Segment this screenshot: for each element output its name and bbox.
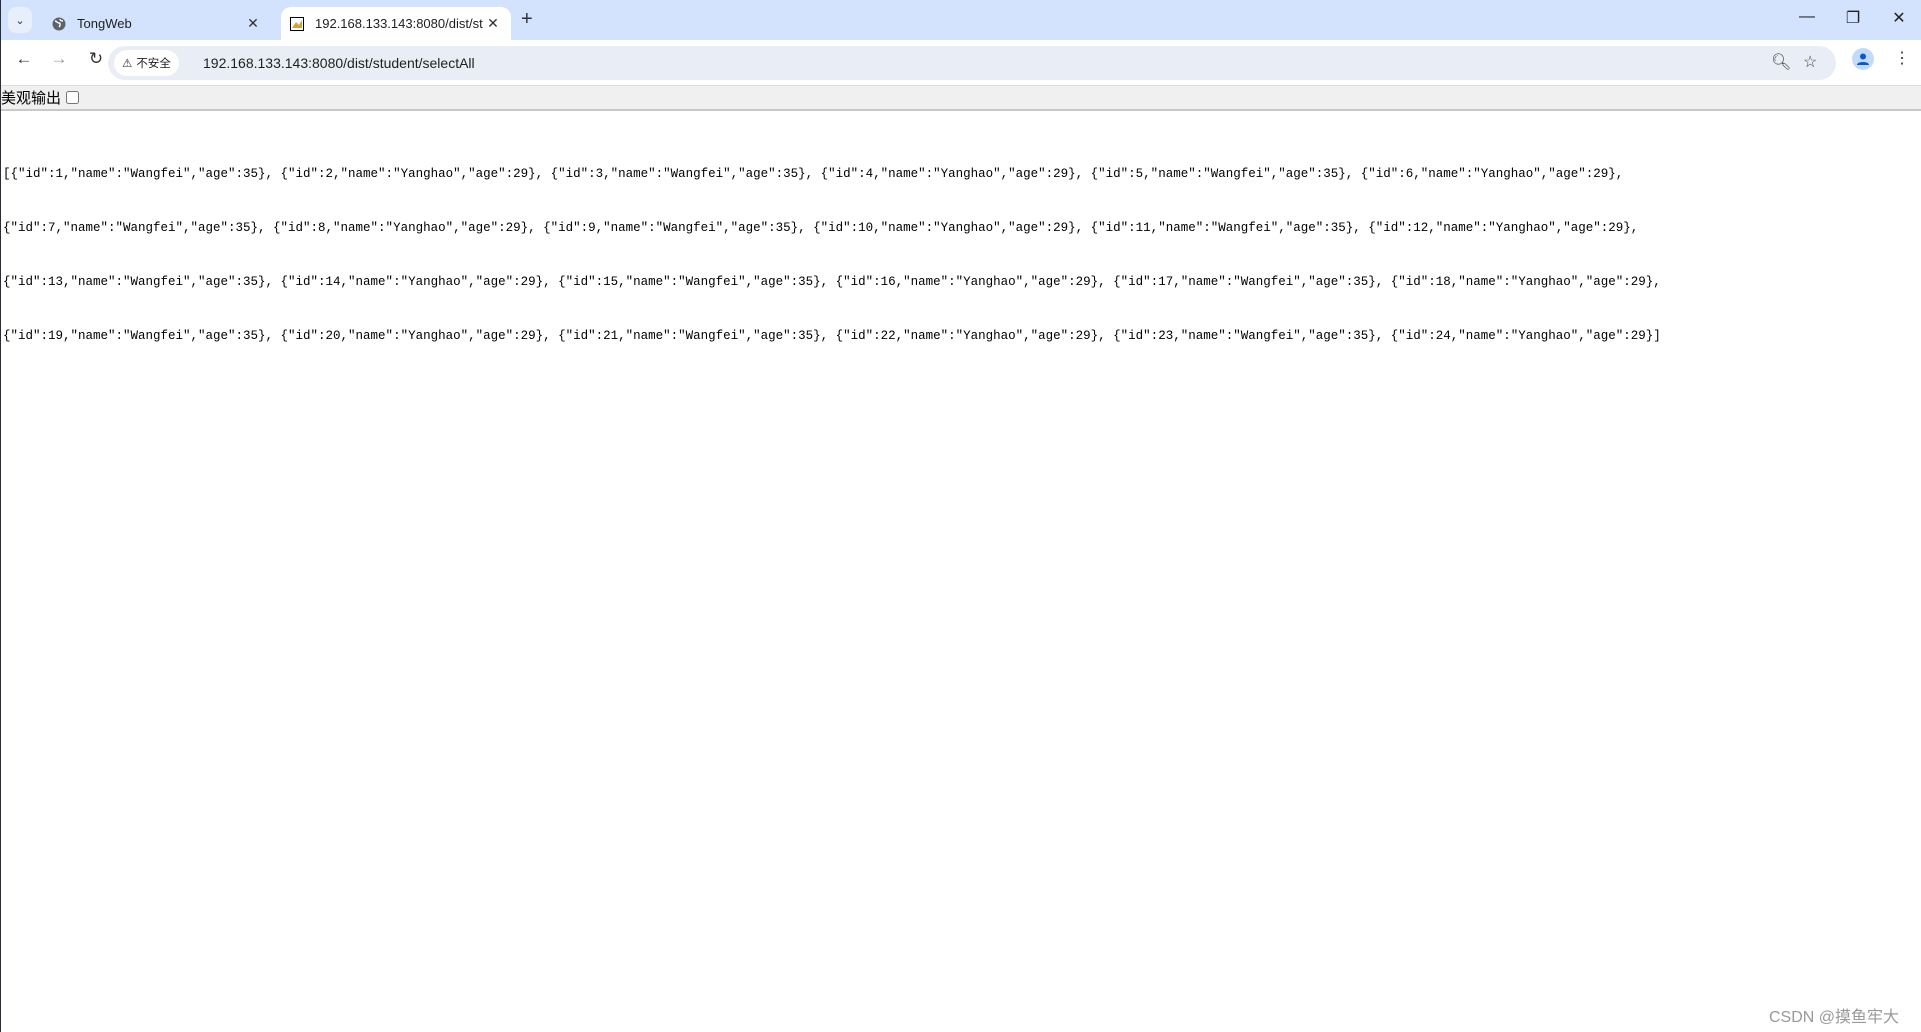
minimize-button[interactable]: — [1792, 8, 1822, 26]
chevron-down-icon: ⌄ [15, 14, 25, 27]
json-line: [{"id":1,"name":"Wangfei","age":35}, {"i… [3, 167, 1624, 181]
tab-title: TongWeb [77, 16, 132, 31]
close-window-button[interactable]: ✕ [1884, 8, 1914, 28]
pretty-print-checkbox[interactable] [66, 91, 80, 104]
zoom-icon[interactable]: 🔍︎ [1771, 52, 1791, 72]
forward-button[interactable]: → [46, 49, 72, 69]
close-tab-icon[interactable]: ✕ [483, 15, 503, 32]
tab-selectall[interactable]: 192.168.133.143:8080/dist/st ✕ [281, 7, 511, 40]
tab-bar: ⌄ TongWeb ✕ 192.168.133.143:8080/dist/st… [1, 0, 1921, 40]
bookmark-star-icon[interactable]: ☆ [1803, 52, 1817, 72]
tab-search-button[interactable]: ⌄ [8, 7, 32, 33]
reload-button[interactable]: ↻ [83, 49, 109, 69]
toolbar: ← → ↻ ⚠ 不安全 192.168.133.143:8080/dist/stu… [1, 40, 1921, 86]
security-label: 不安全 [136, 58, 171, 70]
pretty-print-label: 美观输出 [1, 90, 62, 107]
json-line: {"id":19,"name":"Wangfei","age":35}, {"i… [3, 329, 1661, 343]
pretty-print-bar: 美观输出 [1, 86, 1921, 111]
address-bar[interactable]: ⚠ 不安全 192.168.133.143:8080/dist/student/s… [108, 46, 1836, 80]
security-chip[interactable]: ⚠ 不安全 [114, 50, 179, 76]
json-output: [{"id":1,"name":"Wangfei","age":35}, {"i… [3, 129, 1661, 363]
json-line: {"id":7,"name":"Wangfei","age":35}, {"id… [3, 221, 1639, 235]
profile-avatar[interactable] [1852, 48, 1874, 70]
person-icon [1857, 53, 1869, 65]
more-menu-icon[interactable]: ⋮ [1894, 48, 1910, 68]
url-input[interactable]: 192.168.133.143:8080/dist/student/select… [203, 55, 475, 71]
new-tab-button[interactable]: + [521, 8, 533, 31]
warning-icon: ⚠ [122, 58, 133, 70]
tomcat-icon [289, 16, 305, 32]
close-tab-icon[interactable]: ✕ [243, 15, 263, 32]
restore-button[interactable]: ❐ [1838, 8, 1868, 28]
json-line: {"id":13,"name":"Wangfei","age":35}, {"i… [3, 275, 1661, 289]
tab-title: 192.168.133.143:8080/dist/st [315, 16, 483, 31]
globe-icon [51, 16, 67, 32]
back-button[interactable]: ← [11, 49, 37, 69]
tab-tongweb[interactable]: TongWeb ✕ [41, 7, 271, 40]
watermark: CSDN @摸鱼牢大 [1769, 1009, 1900, 1026]
